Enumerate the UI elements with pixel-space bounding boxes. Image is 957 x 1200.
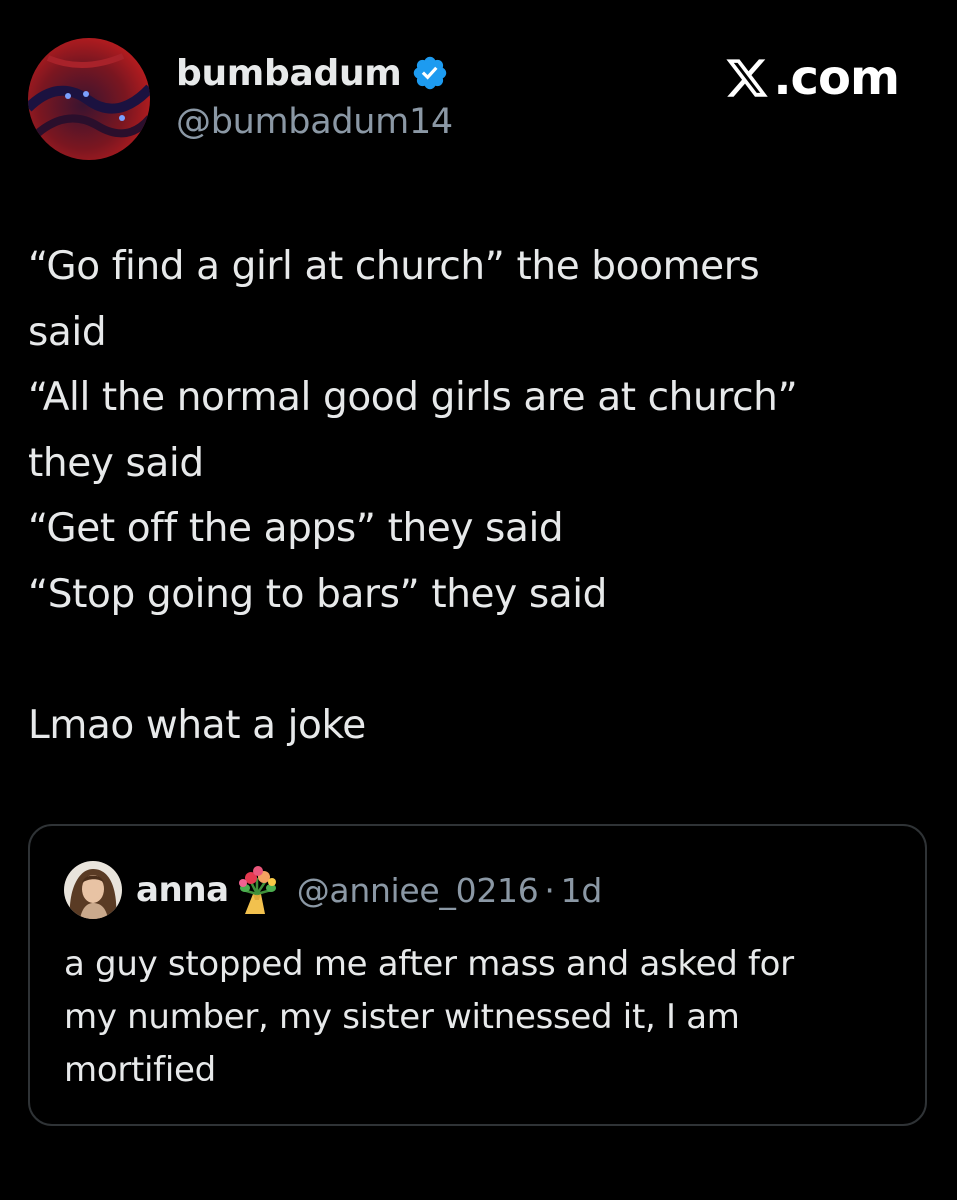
author-avatar-image (28, 38, 150, 160)
bouquet-icon (238, 866, 276, 914)
tweet-text-line: “Get off the apps” they said (28, 506, 564, 551)
tweet-text-line: “Stop going to bars” they said (28, 571, 608, 617)
site-domain-suffix: .com (773, 50, 900, 106)
quoted-author-avatar-image (64, 861, 122, 919)
quoted-tweet-text-line: my number, my sister witnessed it, I am (64, 997, 740, 1037)
tweet-text-line: “Go find a girl at church” the boomers (28, 244, 760, 289)
tweet-screenshot: bumbadum @bumbadum14 .com “Go find a gir… (0, 0, 957, 1200)
x-logo-icon (726, 59, 769, 97)
separator-dot: · (544, 870, 555, 910)
tweet-text: “Go find a girl at church” the boomers s… (28, 234, 928, 758)
quoted-tweet-text: a guy stopped me after mass and asked fo… (64, 938, 914, 1097)
quoted-tweet-card[interactable]: anna @anniee_0216 · 1d a guy stopped me … (28, 824, 927, 1126)
verified-badge-icon (414, 56, 447, 90)
tweet-text-line: they said (28, 440, 204, 486)
author-display-name[interactable]: bumbadum (176, 53, 402, 94)
tweet-text-line: Lmao what a joke (28, 702, 366, 748)
quoted-author-avatar[interactable] (64, 861, 122, 919)
quoted-tweet-timestamp[interactable]: 1d (561, 871, 603, 910)
author-avatar[interactable] (28, 38, 150, 160)
quoted-tweet-text-line: a guy stopped me after mass and asked fo… (64, 944, 794, 984)
quoted-tweet-header: anna @anniee_0216 · 1d (64, 860, 602, 920)
quoted-author-display-name[interactable]: anna (136, 870, 229, 910)
quoted-tweet-text-line: mortified (64, 1050, 216, 1090)
tweet-text-line: said (28, 309, 107, 355)
author-handle[interactable]: @bumbadum14 (176, 102, 453, 142)
tweet-text-line: “All the normal good girls are at church… (28, 375, 798, 420)
site-brand: .com (723, 50, 900, 106)
author-name-row: bumbadum (176, 48, 449, 98)
quoted-author-handle[interactable]: @anniee_0216 (297, 871, 539, 910)
